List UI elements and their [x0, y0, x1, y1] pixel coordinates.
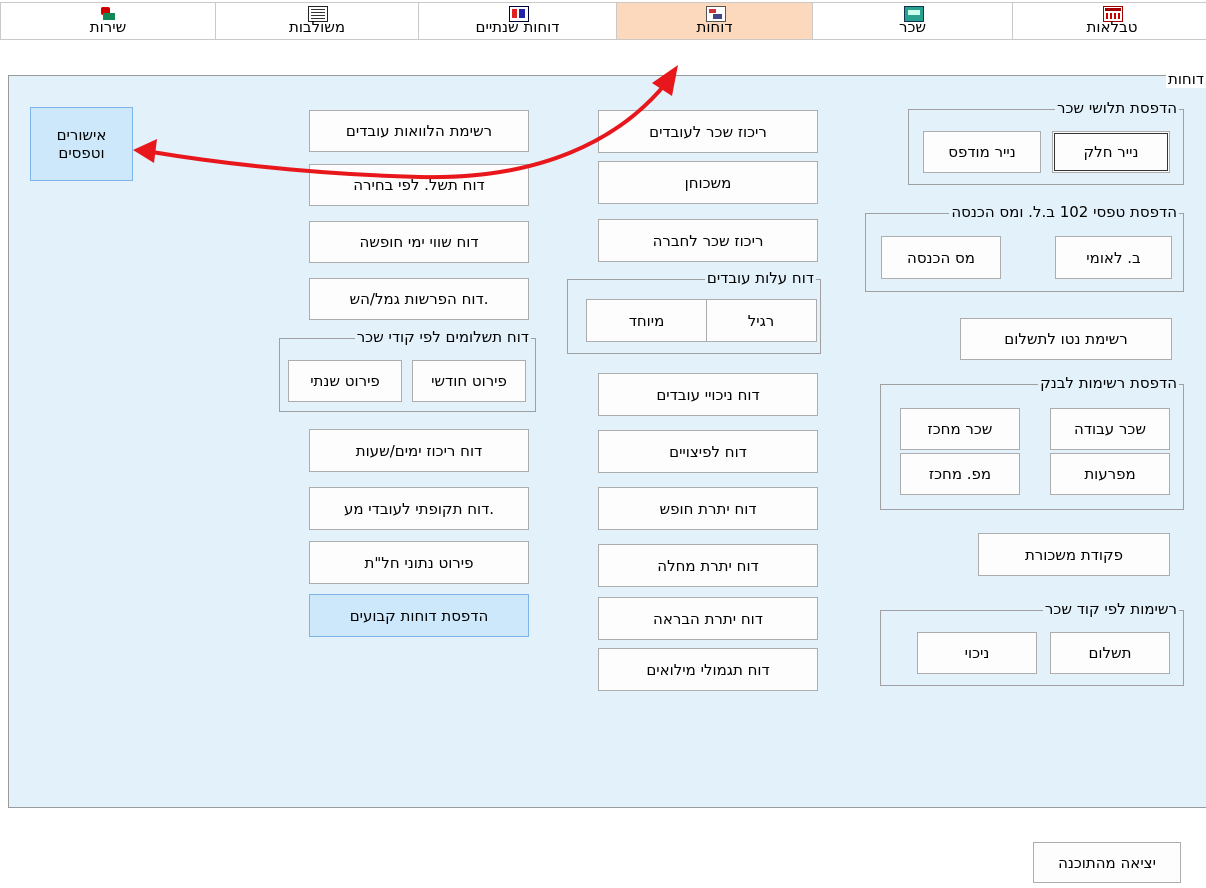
net-payment-list-button[interactable]: רשימת נטו לתשלום [960, 318, 1172, 360]
vacation-value-button[interactable]: דוח שווי ימי חופשה [309, 221, 529, 263]
payslip-by-choice-button[interactable]: דוח תשל. לפי בחירה [309, 164, 529, 206]
employee-deductions-button[interactable]: דוח ניכויי עובדים [598, 373, 818, 416]
periodic-report-button[interactable]: דוח תקופתי לעובדי מע. [309, 487, 529, 530]
payslip-print-legend: הדפסת תלושי שכר [1055, 99, 1179, 117]
vacation-balance-button[interactable]: דוח יתרת חופש [598, 487, 818, 530]
salary-code-lists-legend: רשימות לפי קוד שכר [1042, 600, 1179, 618]
exit-program-button[interactable]: יציאה מהתוכנה [1033, 842, 1181, 883]
printed-paper-button[interactable]: נייר מודפס [923, 131, 1041, 173]
salary-summary-employees-button[interactable]: ריכוז שכר לעובדים [598, 110, 818, 153]
cost-regular-button[interactable]: רגיל [705, 299, 817, 342]
deduction-code-button[interactable]: ניכוי [917, 632, 1037, 674]
days-hours-summary-button[interactable]: דוח ריכוז ימים/שעות [309, 429, 529, 472]
tab-reports[interactable]: דוחות [616, 2, 813, 40]
salary-summary-company-button[interactable]: ריכוז שכר לחברה [598, 219, 818, 262]
print-fixed-reports-button[interactable]: הדפסת דוחות קבועים [309, 594, 529, 637]
pension-deposits-button[interactable]: דוח הפרשות גמל/הש. [309, 278, 529, 320]
abroad-details-button[interactable]: פירוט נתוני חל"ת [309, 541, 529, 584]
cost-special-button[interactable]: מיוחד [586, 299, 707, 342]
tab-salary-label: שכר [898, 18, 927, 36]
mp-center-button[interactable]: מפ. מחכז [900, 453, 1020, 495]
approvals-forms-line2: וטפסים [58, 144, 105, 162]
reserve-pay-button[interactable]: דוח תגמולי מילואים [598, 648, 818, 691]
tab-annual-reports-label: דוחות שנתיים [475, 18, 560, 36]
recovery-balance-button[interactable]: דוח יתרת הבראה [598, 597, 818, 640]
plain-paper-button[interactable]: נייר חלק [1052, 131, 1170, 173]
severance-report-button[interactable]: דוח לפיצויים [598, 430, 818, 473]
tab-service[interactable]: שירות [0, 2, 216, 40]
employee-cost-legend: דוח עלות עובדים [704, 269, 816, 287]
deductions-button[interactable]: מפרעות [1050, 453, 1170, 495]
payment-code-button[interactable]: תשלום [1050, 632, 1170, 674]
main-tab-bar: טבלאות שכר דוחות דוחות שנתיים משולבות שי… [0, 0, 1206, 40]
yearly-detail-button[interactable]: פירוט שנתי [288, 360, 402, 402]
tab-salary[interactable]: שכר [812, 2, 1013, 40]
payments-by-code-legend: דוח תשלומים לפי קודי שכר [354, 328, 531, 346]
reports-panel-title: דוחות [1165, 70, 1206, 88]
salary-center-button[interactable]: שכר מחכז [900, 408, 1020, 450]
approvals-forms-button[interactable]: אישורים וטפסים [30, 107, 133, 181]
work-salary-button[interactable]: שכר עבודה [1050, 408, 1170, 450]
tab-tables-label: טבלאות [1086, 18, 1138, 36]
salary-order-button[interactable]: פקודת משכורת [978, 533, 1170, 576]
national-insurance-button[interactable]: ב. לאומי [1055, 236, 1172, 279]
tab-tables[interactable]: טבלאות [1012, 2, 1206, 40]
mortgage-report-button[interactable]: משכוחן [598, 161, 818, 204]
approvals-forms-line1: אישורים [56, 126, 107, 144]
employee-loans-button[interactable]: רשימת הלוואות עובדים [309, 110, 529, 152]
tab-integrations[interactable]: משולבות [215, 2, 419, 40]
monthly-detail-button[interactable]: פירוט חודשי [412, 360, 526, 402]
form102-legend: הדפסת טפסי 102 ב.ל. ומס הכנסה [949, 203, 1179, 221]
sick-balance-button[interactable]: דוח יתרת מחלה [598, 544, 818, 587]
tab-service-label: שירות [89, 18, 127, 36]
tab-reports-label: דוחות [696, 18, 733, 36]
tab-annual-reports[interactable]: דוחות שנתיים [418, 2, 617, 40]
tab-integrations-label: משולבות [288, 18, 346, 36]
bank-lists-legend: הדפסת רשימות לבנק [1038, 374, 1179, 392]
income-tax-button[interactable]: מס הכנסה [881, 236, 1001, 279]
